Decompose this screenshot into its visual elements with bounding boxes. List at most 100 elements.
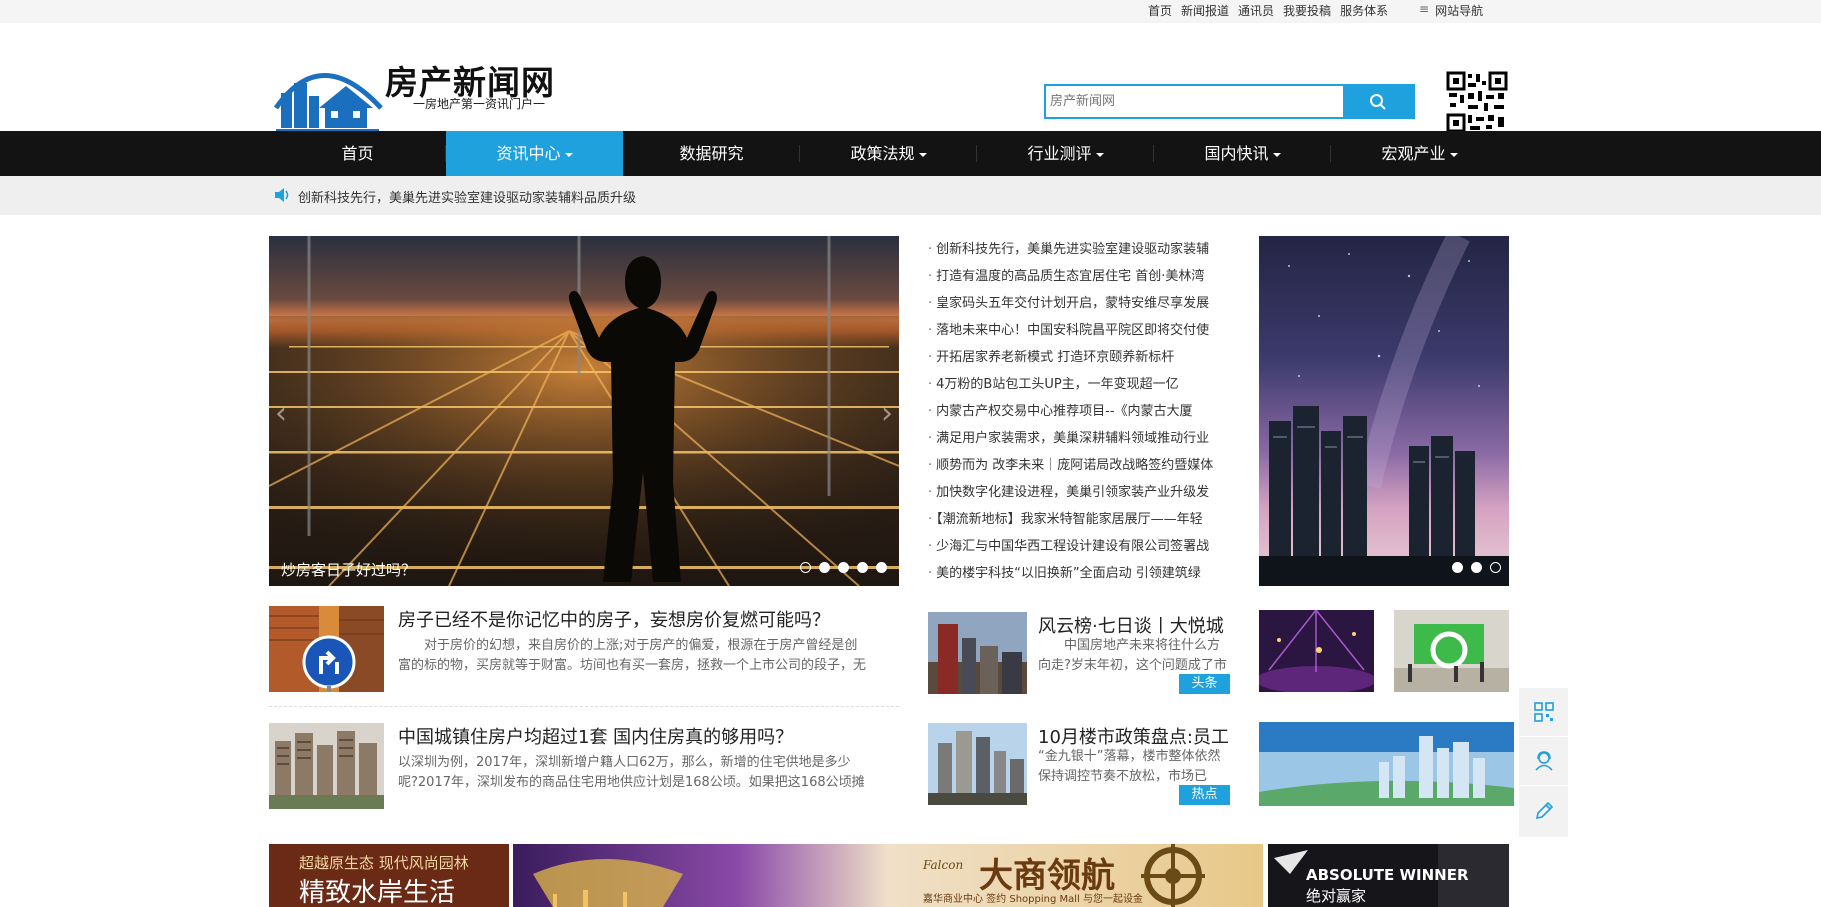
slider-dot[interactable] (1471, 562, 1482, 573)
news-title[interactable]: 风云榜·七日谈丨大悦城 (1038, 612, 1230, 638)
feature-news-item: 风云榜·七日谈丨大悦城 中国房地产未来将往什么方向走?岁末年初，这个问题成了市 … (928, 612, 1230, 694)
top-links: 首页 新闻报道 通讯员 我要投稿 服务体系 (1148, 2, 1388, 19)
nav-label: 行业测评 (1027, 144, 1092, 163)
main-nav: 首页 资讯中心 数据研究 政策法规 行业测评 国内快讯 宏观产业 (0, 131, 1821, 176)
news-thumbnail[interactable] (269, 723, 384, 809)
search-input[interactable] (1046, 86, 1343, 117)
ad-banner-left[interactable]: 超越原生态 现代风尚园林 精致水岸生活 (269, 844, 509, 907)
news-desc: 以深圳为例，2017年，深圳新增户籍人口62万，那么，新增的住宅供地是多少呢?2… (398, 755, 865, 790)
nav-label: 首页 (341, 144, 374, 163)
search-button[interactable] (1343, 86, 1413, 117)
news-title[interactable]: 10月楼市政策盘点:员工 (1038, 723, 1230, 749)
side-qr-button[interactable] (1519, 688, 1568, 737)
headline-item[interactable]: 美的楼宇科技“以旧换新”全面启动 引领建筑绿 (928, 562, 1230, 589)
headline-item[interactable]: 【潮流新地标】我家米特智能家居展厅——年轻 (928, 508, 1230, 535)
slider-dots (800, 562, 887, 573)
banner-title: ABSOLUTE WINNER (1306, 866, 1469, 884)
slider-dot[interactable] (876, 562, 887, 573)
site-nav-link[interactable]: ≡ 网站导航 (1419, 2, 1483, 19)
slider-dot[interactable] (819, 562, 830, 573)
banner-brand: Falcon (923, 858, 964, 872)
headline-item[interactable]: 满足用户家装需求，美巢深耕辅料领域推动行业 (928, 427, 1230, 454)
photo-thumbnail[interactable] (1394, 610, 1509, 692)
news-item: 房子已经不是你记忆中的房子，妄想房价复燃可能吗？ 对于房价的幻想，来自房价的上涨… (269, 606, 899, 692)
nav-label: 数据研究 (679, 144, 744, 163)
top-link-news[interactable]: 新闻报道 (1181, 2, 1229, 19)
side-service-button[interactable] (1519, 737, 1568, 786)
top-link-submit[interactable]: 我要投稿 (1283, 2, 1331, 19)
headline-item[interactable]: 加快数字化建设进程，美巢引领家装产业升级发 (928, 481, 1230, 508)
customer-service-icon (1534, 751, 1553, 771)
news-tag[interactable]: 头条 (1179, 674, 1230, 694)
news-title[interactable]: 中国城镇住房户均超过1套 国内住房真的够用吗？ (398, 723, 793, 749)
photo-thumbnail[interactable] (1259, 722, 1514, 806)
headline-item[interactable]: 创新科技先行，美巢先进实验室建设驱动家装辅 (928, 238, 1230, 265)
divider (269, 706, 899, 707)
ticker-link[interactable]: 创新科技先行，美巢先进实验室建设驱动家装辅料品质升级 (298, 187, 636, 206)
right-slider-image (1259, 236, 1509, 586)
slider-next-arrow-icon[interactable]: › (881, 396, 893, 431)
slider-dot[interactable] (1452, 562, 1463, 573)
nav-item-policy[interactable]: 政策法规 (800, 131, 977, 176)
headline-item[interactable]: 开拓居家养老新模式 打造环京颐养新标杆 (928, 346, 1230, 373)
qr-code-icon (1446, 71, 1508, 133)
news-thumbnail[interactable] (928, 612, 1027, 694)
banner-text: 超越原生态 现代风尚园林 (299, 854, 469, 872)
right-slider-dots (1452, 562, 1501, 573)
news-thumbnail[interactable] (269, 606, 384, 692)
nav-label: 宏观产业 (1381, 144, 1446, 163)
headline-item[interactable]: 少海汇与中国华西工程设计建设有限公司签署战 (928, 535, 1230, 562)
caret-down-icon (564, 152, 573, 157)
slider-image (269, 236, 899, 586)
photo-thumbnail[interactable] (1259, 610, 1374, 692)
nav-item-evaluation[interactable]: 行业测评 (977, 131, 1154, 176)
headline-item[interactable]: 4万粉的B站包工头UP主，一年变现超一亿 (928, 373, 1230, 400)
top-bar: 首页 新闻报道 通讯员 我要投稿 服务体系 ≡ 网站导航 (0, 0, 1821, 23)
top-link-home[interactable]: 首页 (1148, 2, 1172, 19)
headline-item[interactable]: 顺势而为 改李未来｜庞阿诺局改战略签约暨媒体 (928, 454, 1230, 481)
right-slider[interactable] (1259, 236, 1509, 586)
banner-subtitle: 嘉华商业中心 签约 Shopping Mall 与您一起设金 (923, 894, 1143, 905)
slider-caption[interactable]: 炒房客日子好过吗？ (281, 559, 416, 580)
news-item: 中国城镇住房户均超过1套 国内住房真的够用吗？ 以深圳为例，2017年，深圳新增… (269, 723, 899, 809)
search-icon (1370, 93, 1386, 110)
slider-dot[interactable] (838, 562, 849, 573)
headline-item[interactable]: 内蒙古产权交易中心推荐项目--《内蒙古大厦 (928, 400, 1230, 427)
news-ticker: 创新科技先行，美巢先进实验室建设驱动家装辅料品质升级 (0, 176, 1821, 215)
top-link-service[interactable]: 服务体系 (1340, 2, 1388, 19)
slider-dot[interactable] (857, 562, 868, 573)
news-tag[interactable]: 热点 (1179, 785, 1230, 805)
qr-code-icon (1533, 702, 1554, 722)
search-bar (1044, 84, 1415, 119)
top-link-correspondent[interactable]: 通讯员 (1238, 2, 1274, 19)
nav-label: 政策法规 (850, 144, 915, 163)
nav-item-home[interactable]: 首页 (269, 131, 446, 176)
ad-banner-right[interactable]: ABSOLUTE WINNER 绝对赢家 (1268, 844, 1509, 907)
logo-subtitle: 一房地产第一资讯门户一 (413, 97, 546, 111)
nav-item-domestic-news[interactable]: 国内快讯 (1154, 131, 1331, 176)
side-edit-button[interactable] (1519, 786, 1568, 835)
nav-item-data-research[interactable]: 数据研究 (623, 131, 800, 176)
caret-down-icon (1272, 152, 1281, 157)
site-nav-label: 网站导航 (1435, 4, 1484, 18)
headline-item[interactable]: 落地未来中心！中国安科院昌平院区即将交付使 (928, 319, 1230, 346)
menu-icon: ≡ (1419, 2, 1430, 16)
slider-prev-arrow-icon[interactable]: ‹ (275, 396, 287, 431)
slider-dot[interactable] (1490, 562, 1501, 573)
nav-item-news-center[interactable]: 资讯中心 (446, 131, 623, 176)
ad-banner-middle[interactable]: Falcon 大商领航 嘉华商业中心 签约 Shopping Mall 与您一起… (513, 844, 1263, 907)
nav-label: 国内快讯 (1204, 144, 1269, 163)
nav-item-macro-industry[interactable]: 宏观产业 (1331, 131, 1508, 176)
banner-text: 精致水岸生活 (299, 878, 456, 907)
news-desc: “金九银十”落幕，楼市整体依然保持调控节奏不放松，市场已 (1038, 749, 1221, 784)
news-desc: 对于房价的幻想，来自房价的上涨;对于房产的偏爱，根源在于房产曾经是创富的标的物，… (398, 638, 867, 673)
news-title[interactable]: 房子已经不是你记忆中的房子，妄想房价复燃可能吗？ (398, 606, 830, 632)
main-slider[interactable]: ‹ › 炒房客日子好过吗？ (269, 236, 899, 586)
headline-item[interactable]: 打造有温度的高品质生态宜居住宅 首创·美林湾 (928, 265, 1230, 292)
caret-down-icon (1095, 152, 1104, 157)
news-desc: 中国房地产未来将往什么方向走?岁末年初，这个问题成了市 (1038, 638, 1227, 673)
slider-dot[interactable] (800, 562, 811, 573)
news-thumbnail[interactable] (928, 723, 1027, 805)
headline-item[interactable]: 皇家码头五年交付计划开启，蒙特安维尽享发展 (928, 292, 1230, 319)
headline-list: 创新科技先行，美巢先进实验室建设驱动家装辅 打造有温度的高品质生态宜居住宅 首创… (928, 238, 1230, 589)
